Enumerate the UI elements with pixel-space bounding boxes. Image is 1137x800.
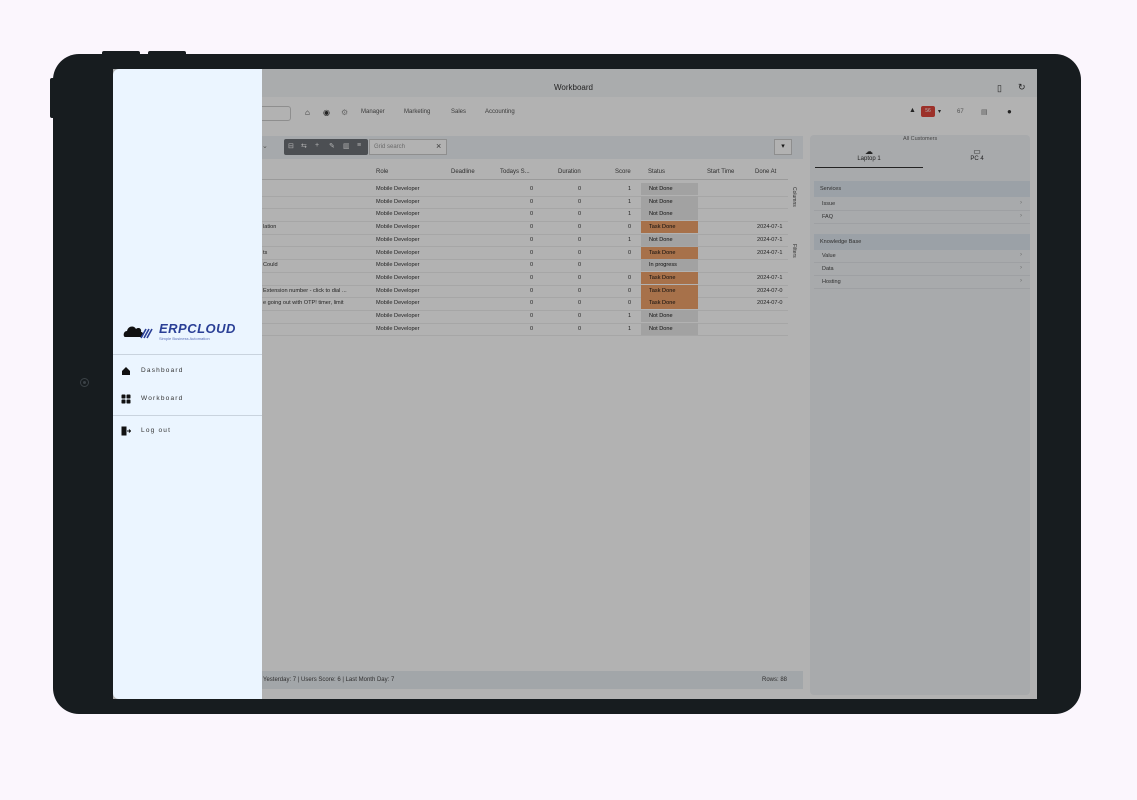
logo-tagline: Simple Business Automation — [159, 336, 210, 341]
drawer-divider — [113, 415, 262, 416]
home-icon — [122, 367, 130, 375]
nav-workboard[interactable]: Workboard — [113, 389, 262, 409]
nav-logout-label: Log out — [141, 427, 172, 434]
camera-icon — [80, 378, 89, 387]
logout-icon — [121, 426, 131, 436]
logo-text: ERPCLOUD — [159, 321, 236, 336]
nav-dashboard-label: Dashboard — [141, 367, 184, 374]
nav-workboard-label: Workboard — [141, 395, 184, 402]
nav-drawer: ERPCLOUD Simple Business Automation Dash… — [113, 69, 262, 699]
nav-logout[interactable]: Log out — [113, 421, 262, 441]
cloud-logo-icon — [123, 326, 153, 339]
nav-dashboard[interactable]: Dashboard — [113, 361, 262, 381]
erpcloud-logo: ERPCLOUD Simple Business Automation — [123, 321, 243, 343]
grid-icon — [121, 394, 131, 404]
drawer-divider — [113, 354, 262, 355]
